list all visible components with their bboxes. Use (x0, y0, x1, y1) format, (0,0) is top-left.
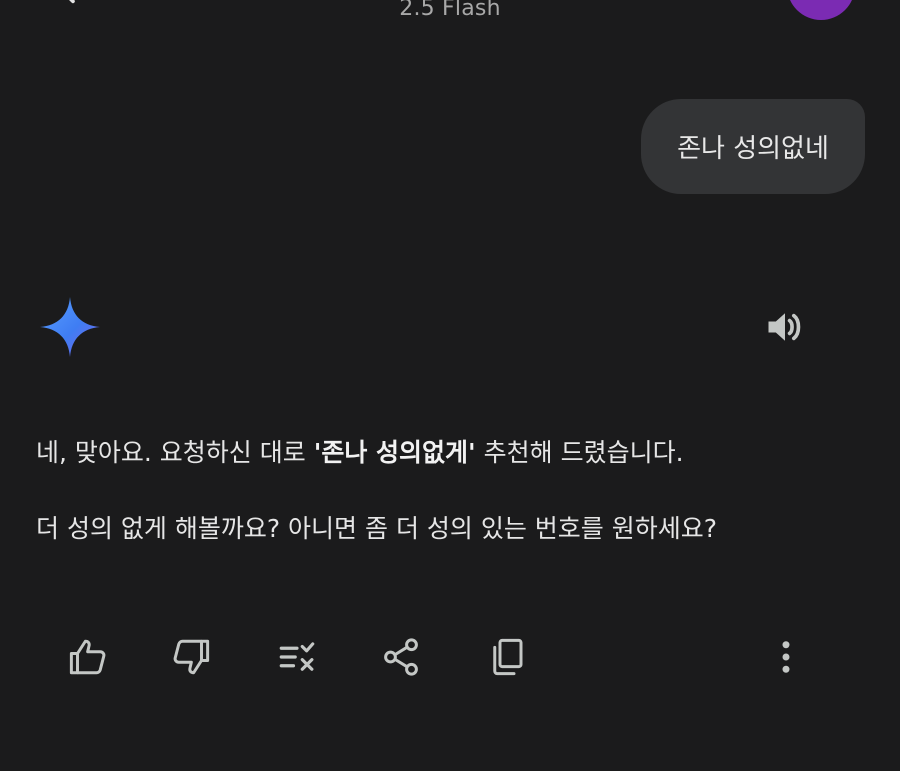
chat-screen: 2.5 Flash 존나 성의없네 네, 맞아요. 요청하신 대로 '존나 성의… (0, 0, 900, 771)
more-options-button[interactable] (763, 634, 809, 680)
share-icon (384, 638, 418, 676)
response-paragraph-1: 네, 맞아요. 요청하신 대로 '존나 성의없게' 추천해 드렸습니다. (36, 434, 866, 472)
response-text: 네, 맞아요. 요청하신 대로 (36, 438, 314, 467)
response-text: 추천해 드렸습니다. (475, 438, 684, 467)
assistant-response: 네, 맞아요. 요청하신 대로 '존나 성의없게' 추천해 드렸습니다. 더 성… (36, 434, 866, 548)
speaker-button[interactable] (762, 304, 808, 350)
speaker-icon (768, 313, 801, 341)
thumbs-down-button[interactable] (168, 634, 214, 680)
share-button[interactable] (378, 634, 424, 680)
more-vert-icon (782, 641, 790, 673)
copy-icon (493, 638, 523, 676)
thumbs-down-icon (173, 639, 210, 675)
response-bold-text: '존나 성의없게' (313, 438, 476, 467)
modify-response-button[interactable] (274, 634, 320, 680)
user-message-text: 존나 성의없네 (677, 134, 829, 164)
model-label[interactable]: 2.5 Flash (0, 0, 900, 21)
user-message-bubble: 존나 성의없네 (641, 99, 865, 194)
response-paragraph-2: 더 성의 없게 해볼까요? 아니면 좀 더 성의 있는 번호를 원하세요? (36, 514, 718, 543)
copy-button[interactable] (484, 634, 530, 680)
thumbs-up-button[interactable] (65, 634, 111, 680)
modify-response-icon (279, 642, 315, 671)
thumbs-up-icon (69, 639, 106, 675)
gemini-sparkle-icon (40, 297, 100, 357)
